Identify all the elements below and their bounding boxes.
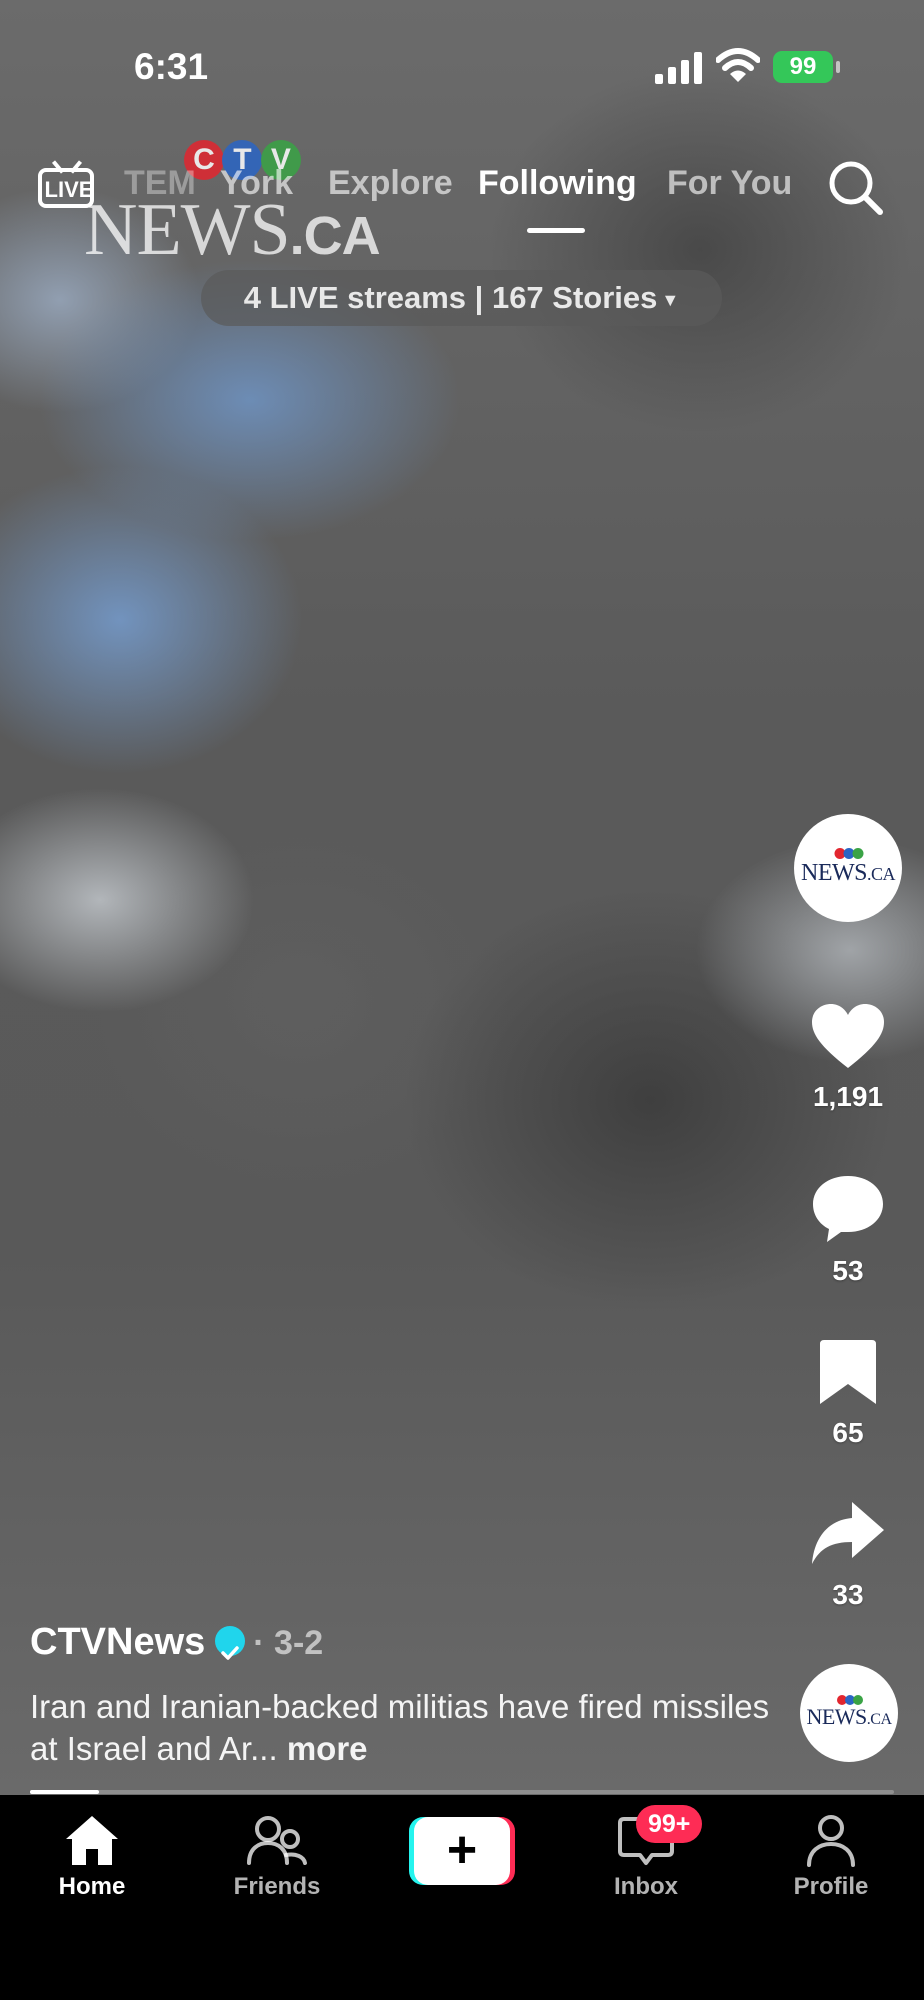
- tab-for-you[interactable]: For You: [667, 164, 792, 203]
- like-button[interactable]: 1,191: [790, 1002, 906, 1113]
- tab-explore[interactable]: Explore: [328, 164, 453, 203]
- live-label: LIVE: [44, 177, 94, 202]
- author-name[interactable]: CTVNews: [30, 1621, 205, 1663]
- video-progress-bar[interactable]: [30, 1790, 894, 1794]
- comment-icon: [813, 1176, 883, 1242]
- nav-home[interactable]: Home: [17, 1813, 167, 1901]
- tab-york[interactable]: York: [220, 164, 293, 203]
- battery-cap: [836, 61, 840, 73]
- nav-friends[interactable]: Friends: [202, 1813, 352, 1901]
- friends-icon: [247, 1816, 307, 1865]
- nav-home-label: Home: [58, 1873, 126, 1900]
- post-caption: CTVNews · 3-2 Iran and Iranian-backed mil…: [30, 1612, 770, 1770]
- share-button[interactable]: 33: [790, 1500, 906, 1611]
- profile-icon: [807, 1815, 855, 1867]
- like-count: 1,191: [812, 1081, 884, 1112]
- save-count: 65: [832, 1417, 864, 1448]
- nav-profile[interactable]: Profile: [756, 1813, 906, 1901]
- wifi-icon: [716, 48, 760, 82]
- status-bar: 6:31 99: [0, 0, 924, 120]
- news-ca-wordmark: NEWS.CA: [800, 860, 896, 886]
- tab-following[interactable]: Following: [478, 164, 637, 203]
- tab-tem[interactable]: TEM: [124, 164, 196, 203]
- comment-count: 53: [832, 1255, 864, 1286]
- bookmark-icon: [820, 1340, 876, 1404]
- bottom-navigation: Home Friends + Inbox 99+ Profile: [0, 1795, 924, 2000]
- ctv-news-logo: NEWS.CA: [794, 814, 902, 922]
- more-link[interactable]: more: [287, 1730, 368, 1767]
- creator-avatar[interactable]: NEWS.CA: [794, 814, 902, 922]
- post-description[interactable]: Iran and Iranian-backed militias have fi…: [30, 1686, 770, 1770]
- verified-badge-icon: [215, 1625, 246, 1660]
- post-date: · 3-2: [253, 1624, 324, 1662]
- nav-inbox-label: Inbox: [614, 1873, 678, 1900]
- action-sidebar: NEWS.CA 1,191 53 65 33 NEWS.CA: [790, 810, 910, 1770]
- video-progress-fill: [30, 1790, 100, 1794]
- live-streams-pill[interactable]: 4 LIVE streams | 167 Stories ▼: [201, 270, 722, 326]
- create-button[interactable]: +: [409, 1817, 515, 1885]
- save-button[interactable]: 65: [790, 1338, 906, 1449]
- search-icon[interactable]: [826, 158, 886, 218]
- cellular-signal-icon: [655, 52, 702, 84]
- inbox-badge: 99+: [636, 1805, 703, 1843]
- share-count: 33: [832, 1579, 864, 1610]
- active-tab-indicator: [527, 228, 585, 233]
- status-time: 6:31: [134, 46, 209, 87]
- live-streams-label: 4 LIVE streams | 167 Stories: [243, 280, 658, 315]
- share-arrow-icon: [812, 1502, 884, 1564]
- top-navigation: LIVE TEM York Explore Following For You: [0, 140, 924, 240]
- heart-icon: [812, 1004, 884, 1068]
- nav-profile-label: Profile: [793, 1873, 869, 1900]
- home-icon: [66, 1816, 118, 1865]
- post-text: Iran and Iranian-backed militias have fi…: [30, 1688, 770, 1767]
- ctv-news-logo: NEWS.CA: [800, 1664, 898, 1762]
- caret-down-icon: ▼: [661, 289, 680, 310]
- sound-disc[interactable]: NEWS.CA: [800, 1664, 898, 1762]
- battery-indicator: 99: [773, 51, 833, 83]
- author-row: CTVNews · 3-2: [30, 1612, 770, 1672]
- comment-button[interactable]: 53: [790, 1174, 906, 1287]
- live-button[interactable]: LIVE: [38, 160, 100, 212]
- plus-icon: +: [414, 1817, 510, 1885]
- news-ca-wordmark: NEWS.CA: [806, 1704, 892, 1729]
- nav-friends-label: Friends: [233, 1873, 321, 1900]
